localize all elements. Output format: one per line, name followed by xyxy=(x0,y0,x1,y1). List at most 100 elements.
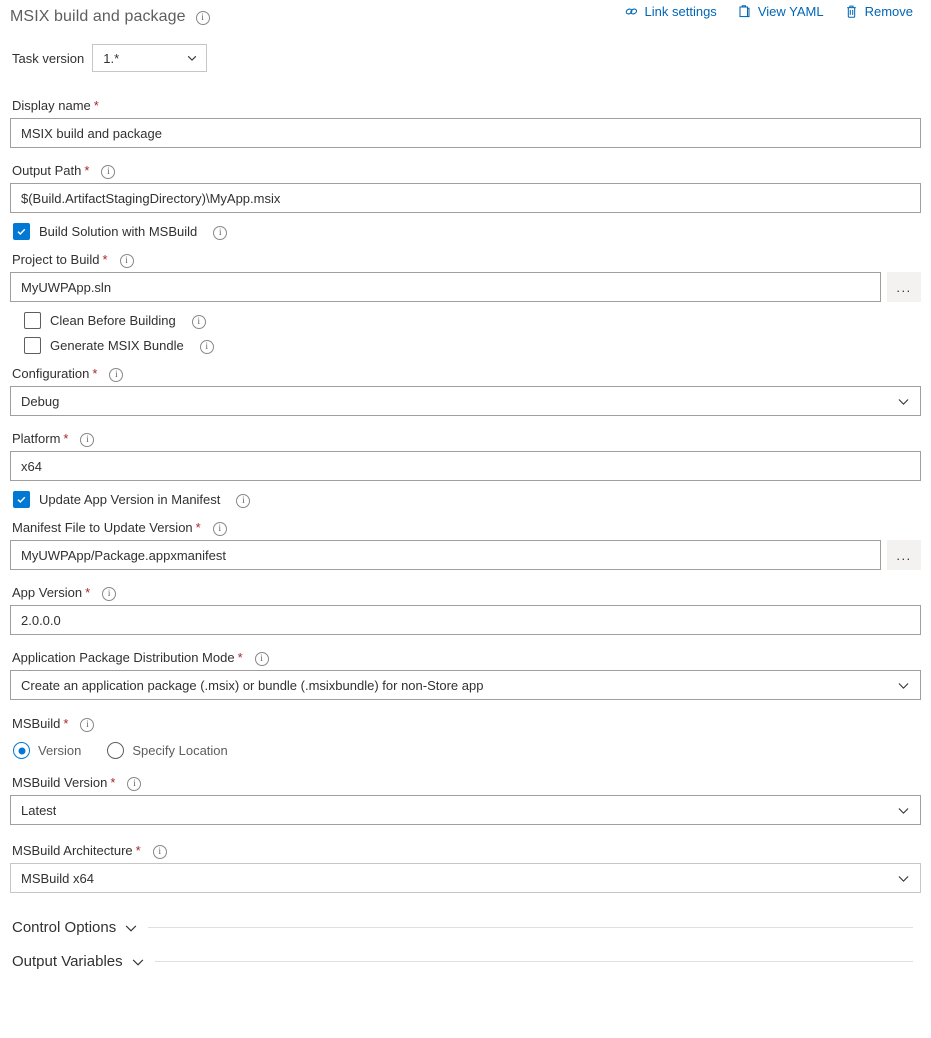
info-icon[interactable] xyxy=(254,651,269,666)
task-version-label: Task version xyxy=(12,50,85,66)
field-msbuild-version: MSBuild Version * Latest xyxy=(10,775,921,825)
info-icon[interactable] xyxy=(191,314,206,329)
project-to-build-input[interactable]: MyUWPApp.sln xyxy=(10,272,881,302)
info-icon[interactable] xyxy=(212,521,227,536)
section-divider xyxy=(148,927,913,928)
field-manifest-file: Manifest File to Update Version * MyUWPA… xyxy=(10,520,921,570)
display-name-input[interactable]: MSIX build and package xyxy=(10,118,921,148)
task-version-value: 1.* xyxy=(103,50,120,66)
build-solution-checkbox[interactable] xyxy=(13,223,30,240)
msbuild-radio-version-label: Version xyxy=(38,743,82,758)
distribution-mode-value: Create an application package (.msix) or… xyxy=(21,677,484,693)
manifest-file-input-row: MyUWPApp/Package.appxmanifest ... xyxy=(10,540,921,570)
display-name-value: MSIX build and package xyxy=(21,125,162,141)
required-marker: * xyxy=(63,716,69,731)
chevron-down-icon xyxy=(125,924,137,932)
required-marker: * xyxy=(63,431,69,446)
info-icon[interactable] xyxy=(80,432,95,447)
section-control-options[interactable]: Control Options xyxy=(12,919,921,936)
field-output-path: Output Path * $(Build.ArtifactStagingDir… xyxy=(10,163,921,213)
manifest-file-input[interactable]: MyUWPApp/Package.appxmanifest xyxy=(10,540,881,570)
configuration-label-text: Configuration xyxy=(12,366,90,381)
section-output-variables[interactable]: Output Variables xyxy=(12,953,921,970)
remove-button[interactable]: Remove xyxy=(844,4,913,19)
project-to-build-browse-button[interactable]: ... xyxy=(887,272,921,302)
checkmark-icon xyxy=(17,228,26,236)
distribution-mode-input-row: Create an application package (.msix) or… xyxy=(10,670,921,700)
msbuild-architecture-label-text: MSBuild Architecture xyxy=(12,843,133,858)
configuration-dropdown[interactable]: Debug xyxy=(10,386,921,416)
display-name-input-row: MSIX build and package xyxy=(10,118,921,148)
radio-dot-icon xyxy=(107,742,125,759)
update-app-version-checkbox-row[interactable]: Update App Version in Manifest xyxy=(13,491,921,508)
info-icon[interactable] xyxy=(195,11,210,25)
platform-input-row: x64 xyxy=(10,451,921,481)
output-path-label: Output Path * xyxy=(12,163,921,179)
app-version-input-row: 2.0.0.0 xyxy=(10,605,921,635)
generate-msix-bundle-checkbox-row[interactable]: Generate MSIX Bundle xyxy=(24,337,921,354)
configuration-input-row: Debug xyxy=(10,386,921,416)
control-options-toggle[interactable]: Control Options xyxy=(12,919,138,936)
msbuild-architecture-input-row: MSBuild x64 xyxy=(10,863,921,893)
platform-label-text: Platform xyxy=(12,431,61,446)
info-icon[interactable] xyxy=(119,253,134,268)
msbuild-radio-group: Version Specify Location xyxy=(13,742,921,759)
info-icon[interactable] xyxy=(109,367,124,382)
chevron-down-icon xyxy=(898,875,909,882)
info-icon[interactable] xyxy=(199,339,214,354)
app-version-label: App Version * xyxy=(12,585,921,601)
field-configuration: Configuration * Debug xyxy=(10,366,921,416)
app-version-input[interactable]: 2.0.0.0 xyxy=(10,605,921,635)
msbuild-architecture-label: MSBuild Architecture * xyxy=(12,843,921,859)
platform-input[interactable]: x64 xyxy=(10,451,921,481)
info-icon[interactable] xyxy=(101,164,116,179)
link-icon xyxy=(624,4,639,19)
field-display-name: Display name * MSIX build and package xyxy=(10,98,921,148)
view-yaml-button[interactable]: View YAML xyxy=(737,4,824,19)
msbuild-architecture-dropdown[interactable]: MSBuild x64 xyxy=(10,863,921,893)
manifest-file-label-text: Manifest File to Update Version xyxy=(12,520,193,535)
generate-msix-bundle-checkbox[interactable] xyxy=(24,337,41,354)
distribution-mode-dropdown[interactable]: Create an application package (.msix) or… xyxy=(10,670,921,700)
task-header: MSIX build and package Link settings xyxy=(10,0,921,34)
chevron-down-icon xyxy=(898,682,909,689)
chevron-down-icon xyxy=(132,958,143,966)
update-app-version-checkbox[interactable] xyxy=(13,491,30,508)
task-version-select[interactable]: 1.* xyxy=(92,44,208,72)
output-path-input[interactable]: $(Build.ArtifactStagingDirectory)\MyApp.… xyxy=(10,183,921,213)
info-icon[interactable] xyxy=(236,493,251,508)
app-version-label-text: App Version xyxy=(12,585,83,600)
clean-before-building-checkbox[interactable] xyxy=(24,312,41,329)
project-to-build-label-text: Project to Build xyxy=(12,252,100,267)
app-version-value: 2.0.0.0 xyxy=(21,612,61,628)
manifest-file-value: MyUWPApp/Package.appxmanifest xyxy=(21,547,226,563)
output-variables-toggle[interactable]: Output Variables xyxy=(12,953,145,970)
trash-icon xyxy=(844,4,859,19)
link-settings-button[interactable]: Link settings xyxy=(624,4,717,19)
radio-dot-icon xyxy=(13,742,30,759)
task-version-row: Task version 1.* xyxy=(12,44,921,72)
manifest-file-browse-button[interactable]: ... xyxy=(887,540,921,570)
build-solution-checkbox-row[interactable]: Build Solution with MSBuild xyxy=(13,223,921,240)
msbuild-version-dropdown[interactable]: Latest xyxy=(10,795,921,825)
msbuild-radio-specify-location[interactable]: Specify Location xyxy=(107,742,228,759)
msbuild-radio-specify-location-label: Specify Location xyxy=(132,743,228,758)
info-icon[interactable] xyxy=(152,844,167,859)
info-icon[interactable] xyxy=(127,776,142,791)
required-marker: * xyxy=(110,775,116,790)
info-icon[interactable] xyxy=(80,717,95,732)
header-actions: Link settings View YAML Remove xyxy=(624,4,913,19)
remove-label: Remove xyxy=(864,4,913,19)
project-to-build-input-row: MyUWPApp.sln ... xyxy=(10,272,921,302)
build-solution-label: Build Solution with MSBuild xyxy=(39,224,198,239)
clean-before-building-checkbox-row[interactable]: Clean Before Building xyxy=(24,312,921,329)
msbuild-radio-version[interactable]: Version xyxy=(13,742,81,759)
platform-value: x64 xyxy=(21,458,42,474)
msbuild-architecture-value: MSBuild x64 xyxy=(21,870,94,886)
info-icon[interactable] xyxy=(102,586,117,601)
control-options-label: Control Options xyxy=(12,919,117,936)
generate-msix-bundle-label: Generate MSIX Bundle xyxy=(50,338,184,353)
clean-before-building-label: Clean Before Building xyxy=(50,313,176,328)
distribution-mode-label: Application Package Distribution Mode * xyxy=(12,650,921,666)
info-icon[interactable] xyxy=(213,225,228,240)
